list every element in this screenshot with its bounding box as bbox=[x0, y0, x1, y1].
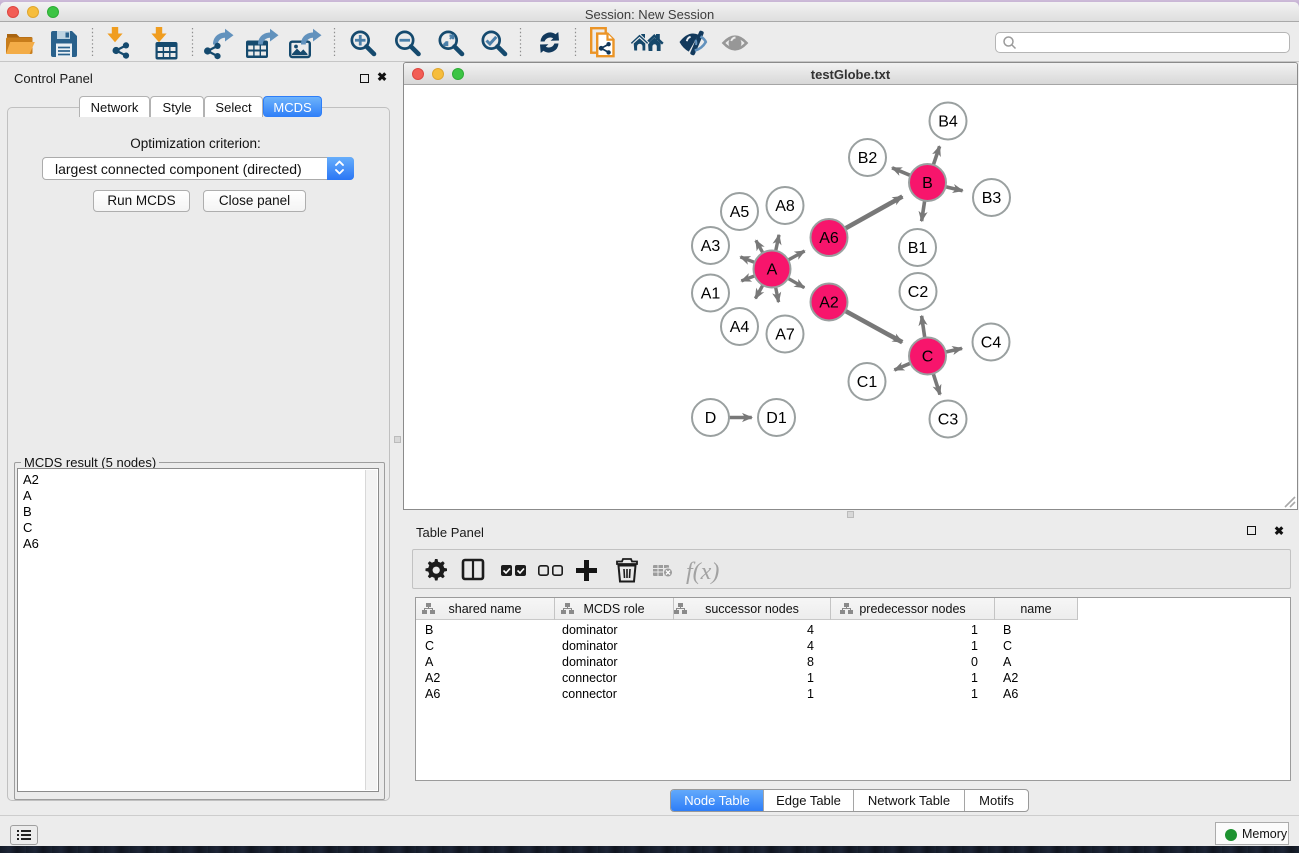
svg-text:A6: A6 bbox=[819, 230, 839, 247]
svg-text:D1: D1 bbox=[766, 410, 787, 427]
svg-text:A8: A8 bbox=[775, 198, 795, 215]
svg-text:B: B bbox=[922, 175, 933, 192]
svg-text:C1: C1 bbox=[857, 374, 878, 391]
svg-text:D: D bbox=[705, 410, 717, 427]
svg-text:B1: B1 bbox=[908, 240, 928, 257]
svg-text:C3: C3 bbox=[938, 412, 959, 429]
svg-text:A5: A5 bbox=[730, 204, 750, 221]
svg-text:A7: A7 bbox=[775, 327, 795, 344]
svg-text:A4: A4 bbox=[730, 319, 750, 336]
svg-text:A: A bbox=[767, 262, 778, 279]
svg-text:A3: A3 bbox=[701, 238, 721, 255]
svg-text:A1: A1 bbox=[701, 286, 721, 303]
svg-text:A2: A2 bbox=[819, 295, 839, 312]
svg-text:B2: B2 bbox=[858, 150, 878, 167]
svg-text:f(x): f(x) bbox=[686, 559, 719, 585]
svg-text:C4: C4 bbox=[981, 335, 1002, 352]
svg-text:B3: B3 bbox=[982, 190, 1002, 207]
svg-text:B4: B4 bbox=[938, 114, 958, 131]
svg-text:C: C bbox=[922, 349, 934, 366]
svg-text:C2: C2 bbox=[908, 284, 929, 301]
